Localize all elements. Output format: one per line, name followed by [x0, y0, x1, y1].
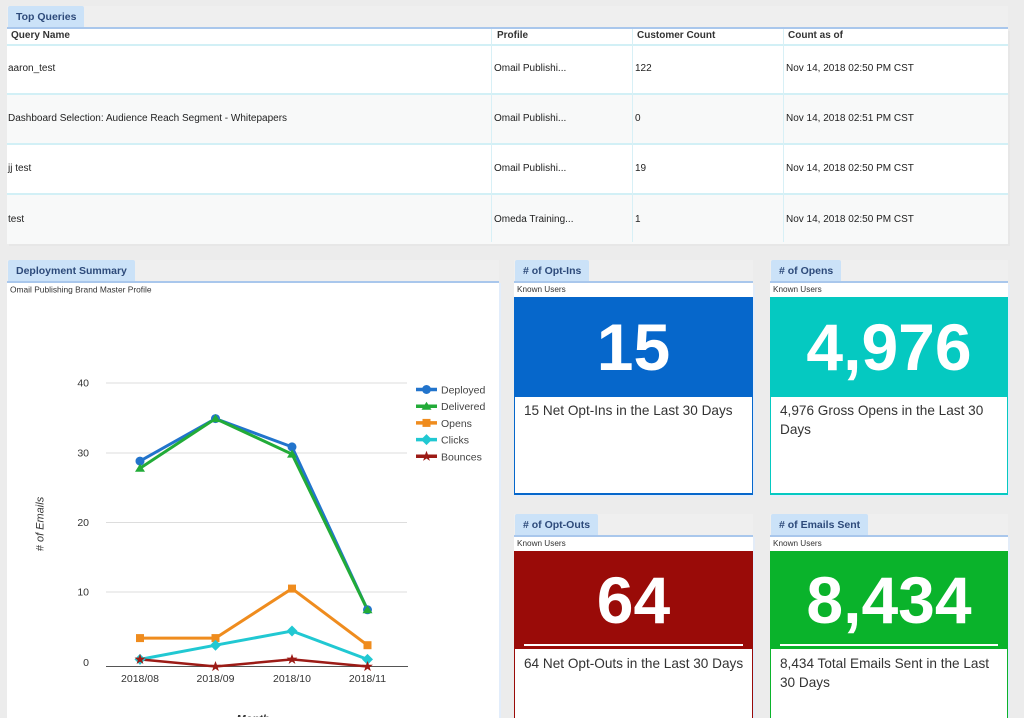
svg-text:Deployed: Deployed — [441, 385, 486, 397]
svg-text:2018/08: 2018/08 — [121, 673, 159, 685]
svg-text:Omail Publishing Brand Master: Omail Publishing Brand Master Profile — [10, 285, 152, 295]
svg-text:Clicks: Clicks — [441, 435, 469, 447]
svg-text:2018/09: 2018/09 — [197, 673, 235, 685]
svg-text:Bounces: Bounces — [441, 451, 482, 463]
svg-text:# of Emails: # of Emails — [35, 496, 47, 551]
svg-text:40: 40 — [77, 378, 89, 390]
svg-text:Delivered: Delivered — [441, 401, 486, 413]
svg-text:0: 0 — [83, 657, 89, 669]
svg-text:Month: Month — [237, 714, 270, 718]
svg-text:20: 20 — [77, 517, 89, 529]
svg-text:Opens: Opens — [441, 418, 472, 430]
svg-text:2018/10: 2018/10 — [273, 673, 311, 685]
svg-text:30: 30 — [77, 448, 89, 460]
svg-text:10: 10 — [77, 587, 89, 599]
svg-text:2018/11: 2018/11 — [349, 673, 386, 685]
